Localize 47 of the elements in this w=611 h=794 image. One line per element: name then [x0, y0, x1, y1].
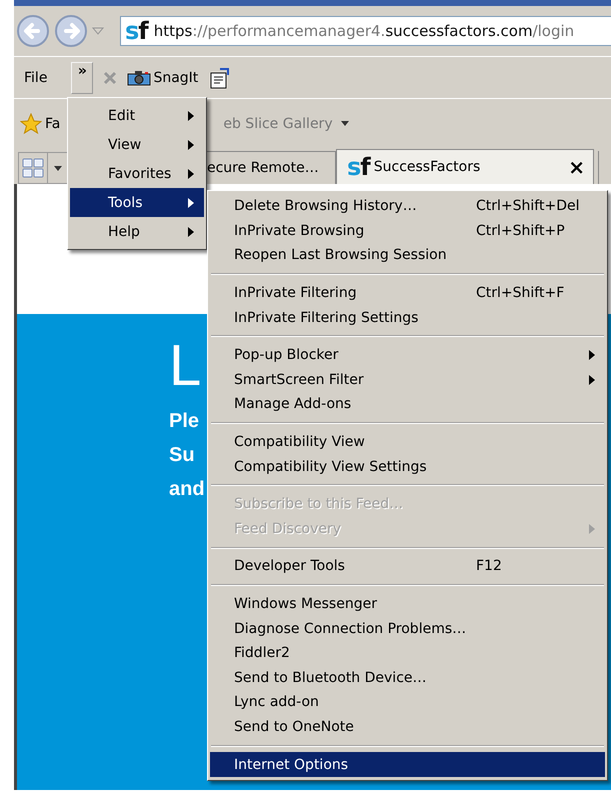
forward-button-icon[interactable] — [54, 14, 88, 48]
address-field[interactable]: sf https://performancemanager4.successfactors.com/login — [120, 16, 611, 46]
submenu-arrow-icon — [589, 524, 595, 534]
submenu-arrow-icon — [188, 168, 194, 178]
menu-item[interactable]: Compatibility View Settings — [210, 454, 605, 479]
menu-item[interactable]: Tools — [70, 188, 204, 217]
menu-item[interactable]: Edit — [70, 101, 204, 130]
menu-item[interactable]: Developer Tools F12 — [210, 554, 605, 579]
menu-item[interactable]: InPrivate Browsing Ctrl+Shift+P — [210, 218, 605, 244]
submenu-arrow-icon — [188, 140, 194, 150]
menu-item[interactable]: Send to Bluetooth Device… — [210, 666, 605, 690]
file-menu[interactable]: File — [20, 68, 52, 88]
stop-icon[interactable] — [103, 70, 118, 84]
menu-item[interactable]: Help — [70, 217, 204, 246]
camera-icon — [127, 70, 152, 86]
submenu-arrow-icon — [589, 350, 595, 360]
submenu-arrow-icon — [188, 110, 194, 120]
submenu-arrow-icon — [188, 198, 194, 208]
caret-icon — [340, 121, 349, 126]
menu-item[interactable]: Reopen Last Browsing Session — [210, 243, 605, 268]
favorites-label[interactable]: Fa — [45, 116, 60, 132]
menu-item[interactable]: Pop-up Blocker — [210, 342, 605, 368]
back-button-icon[interactable] — [16, 14, 50, 48]
login-text: Ple — [169, 409, 200, 434]
menu-item[interactable]: Fiddler2 — [210, 640, 605, 666]
menu-item[interactable]: InPrivate Filtering Settings — [210, 305, 605, 330]
login-heading: L — [169, 334, 202, 398]
submenu-arrow-icon — [589, 374, 595, 385]
menu-item[interactable]: Manage Add-ons — [210, 392, 605, 417]
page-setup-icon[interactable] — [208, 66, 230, 88]
menu-item[interactable]: SmartScreen Filter — [210, 368, 605, 392]
chevron-button[interactable]: » — [71, 62, 94, 94]
menu-item[interactable]: Windows Messenger — [210, 592, 605, 616]
menu-item[interactable]: Send to OneNote — [210, 714, 605, 740]
login-text: and — [169, 477, 205, 502]
menu-item[interactable]: Lync add-on — [210, 690, 605, 715]
star-icon[interactable] — [20, 112, 42, 134]
login-text: Su — [169, 443, 195, 468]
caret-icon — [54, 166, 62, 170]
dropdown-caret-icon[interactable] — [92, 27, 104, 35]
menu-item[interactable]: Internet Options — [210, 752, 605, 777]
menu-item[interactable]: InPrivate Filtering Ctrl+Shift+F — [210, 280, 605, 306]
menu-item[interactable]: Delete Browsing History… Ctrl+Shift+Del — [210, 194, 605, 219]
snagit-button[interactable]: SnagIt — [127, 70, 198, 86]
menu-item[interactable]: Diagnose Connection Problems… — [210, 616, 605, 641]
submenu-arrow-icon — [188, 226, 194, 236]
menu-item[interactable]: Compatibility View — [210, 430, 605, 454]
